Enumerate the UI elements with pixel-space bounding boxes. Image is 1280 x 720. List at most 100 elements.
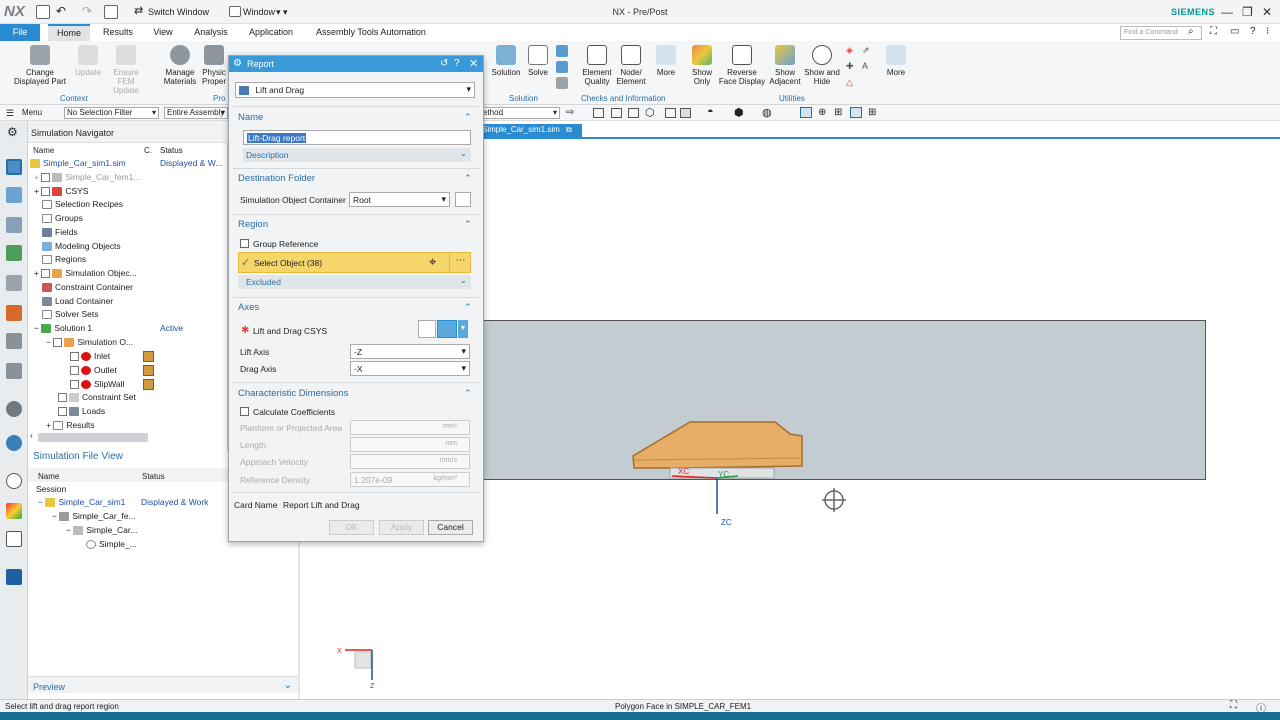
chevron-up-icon[interactable]: ⌃ bbox=[464, 173, 472, 184]
tree-item-results[interactable]: + Results bbox=[46, 419, 95, 432]
color-palette-icon[interactable] bbox=[6, 503, 22, 519]
checkbox[interactable] bbox=[41, 173, 51, 183]
more-utilities-button[interactable]: More bbox=[880, 45, 912, 77]
snap-icon[interactable] bbox=[680, 108, 691, 118]
solve-button[interactable]: Solve bbox=[524, 45, 552, 77]
tab-application[interactable]: Application bbox=[242, 24, 300, 41]
tree-item-inlet[interactable]: Inlet bbox=[70, 350, 110, 363]
globe-icon[interactable] bbox=[6, 435, 22, 451]
chevron-up-icon[interactable]: ⌃ bbox=[464, 388, 472, 399]
tree-item-constraint-container[interactable]: Constraint Container bbox=[42, 281, 133, 294]
part-navigator-icon[interactable] bbox=[6, 187, 22, 203]
more-checks-button[interactable]: More bbox=[650, 45, 682, 77]
checkbox[interactable] bbox=[58, 393, 67, 403]
restore-icon[interactable]: ❐ bbox=[1242, 5, 1253, 19]
tree-item-selection-recipes[interactable]: Selection Recipes bbox=[42, 198, 123, 211]
snap-icon[interactable] bbox=[628, 108, 639, 118]
snap-icon[interactable] bbox=[611, 108, 622, 118]
wind-tunnel-domain[interactable] bbox=[480, 320, 1206, 480]
csys-dialog-icon[interactable] bbox=[418, 320, 436, 338]
chevron-up-icon[interactable]: ⌃ bbox=[464, 219, 472, 230]
solution-small-icon[interactable] bbox=[556, 45, 568, 57]
tree-item-load-container[interactable]: Load Container bbox=[42, 295, 113, 308]
tree-item-fields[interactable]: Fields bbox=[42, 226, 78, 239]
selection-toggle-icon[interactable] bbox=[800, 107, 812, 118]
selection-toggle-icon[interactable] bbox=[850, 107, 862, 118]
chevron-down-icon[interactable]: ⌄ bbox=[460, 275, 467, 286]
show-and-hide-button[interactable]: Show and Hide bbox=[804, 45, 840, 86]
close-icon[interactable]: ✕ bbox=[469, 57, 478, 70]
render-icon[interactable]: ◓ bbox=[707, 106, 714, 118]
selection-filter-dropdown[interactable]: No Selection Filter bbox=[64, 107, 159, 119]
scroll-left-icon[interactable]: ‹ bbox=[30, 431, 33, 440]
lift-axis-dropdown[interactable]: -Z bbox=[350, 344, 470, 359]
density-input[interactable]: 1.207e-09 kg/mm³ bbox=[350, 472, 470, 487]
selection-toggle-icon[interactable]: ⊕ bbox=[818, 107, 826, 118]
simulation-navigator-icon[interactable] bbox=[6, 159, 22, 175]
checkbox[interactable] bbox=[70, 352, 79, 362]
utility-small-icon[interactable]: ⇗ bbox=[862, 45, 874, 55]
tree-item-modeling-objects[interactable]: Modeling Objects bbox=[42, 240, 121, 253]
utility-small-icon[interactable]: ◈ bbox=[846, 45, 858, 55]
node-element-button[interactable]: Node/ Element bbox=[614, 45, 648, 86]
column-name[interactable]: Name bbox=[38, 472, 59, 483]
snap-icon[interactable] bbox=[665, 108, 676, 118]
chevron-up-icon[interactable]: ⌃ bbox=[464, 112, 472, 123]
grid-icon[interactable]: ⊞ bbox=[834, 107, 842, 118]
change-displayed-part-button[interactable]: Change Displayed Part bbox=[8, 45, 72, 86]
preview-panel[interactable]: Preview ⌄ bbox=[28, 676, 298, 693]
tree-item-slipwall[interactable]: SlipWall bbox=[70, 378, 124, 391]
tree-item-solution-objects[interactable]: − Simulation O... bbox=[46, 336, 133, 349]
view-icon[interactable]: ◍ bbox=[762, 106, 772, 119]
utility-small-icon[interactable]: ✚ bbox=[846, 61, 858, 71]
grid-icon[interactable]: ⊞ bbox=[868, 107, 876, 118]
manage-materials-button[interactable]: Manage Materials bbox=[160, 45, 200, 86]
tree-item-solution-1[interactable]: − Solution 1 bbox=[34, 322, 92, 335]
tab-file[interactable]: File bbox=[0, 24, 40, 41]
graphics-tab[interactable]: Simple_Car_sim1.sim ⧉ ✕ bbox=[478, 124, 582, 144]
tree-item-csys[interactable]: + CSYS bbox=[34, 185, 88, 198]
physical-properties-button[interactable]: Physic Proper bbox=[200, 45, 228, 86]
section-axes[interactable]: Axes bbox=[238, 302, 259, 313]
update-button[interactable]: Update bbox=[72, 45, 104, 77]
minimize-icon[interactable]: — bbox=[1221, 5, 1233, 19]
tab-assembly-tools[interactable]: Assembly Tools Automation bbox=[310, 24, 432, 41]
container-dropdown[interactable]: Root bbox=[349, 192, 450, 207]
chevron-down-icon[interactable]: ⌄ bbox=[284, 680, 292, 691]
scope-dropdown[interactable]: Entire Assembly bbox=[164, 107, 228, 119]
tree-item-outlet[interactable]: Outlet bbox=[70, 364, 117, 377]
tab-results[interactable]: Results bbox=[98, 24, 138, 41]
calculate-coefficients-checkbox[interactable] bbox=[240, 407, 249, 416]
solid-icon[interactable]: ⬡ bbox=[645, 106, 655, 119]
clock-icon[interactable] bbox=[6, 473, 22, 489]
shade-icon[interactable]: ⬢ bbox=[734, 106, 744, 119]
solution-small-icon[interactable] bbox=[556, 61, 568, 73]
settings-icon[interactable]: ⚙ bbox=[7, 125, 18, 139]
ribbon-option-icon[interactable]: ⛶ bbox=[1210, 26, 1217, 37]
cancel-button[interactable]: Cancel bbox=[428, 520, 473, 535]
reset-icon[interactable]: ↺ bbox=[440, 58, 448, 69]
report-name-input[interactable]: Lift-Drag report bbox=[243, 130, 471, 145]
system-materials-icon[interactable] bbox=[6, 363, 22, 379]
checkbox[interactable] bbox=[41, 269, 51, 279]
chevron-down-icon[interactable]: ⌄ bbox=[460, 148, 467, 159]
help-icon[interactable]: ? bbox=[454, 58, 460, 69]
column-name[interactable]: Name bbox=[33, 146, 54, 157]
file-item[interactable]: − Simple_Car... bbox=[66, 524, 137, 537]
length-input[interactable]: mm bbox=[350, 437, 470, 452]
fullscreen-icon[interactable]: ⛶ bbox=[1230, 700, 1237, 711]
tree-item-fem[interactable]: + Simple_Car_fem1... bbox=[34, 171, 140, 184]
tree-item-regions[interactable]: Regions bbox=[42, 253, 86, 266]
file-item[interactable]: Simple_... bbox=[86, 538, 137, 551]
section-region[interactable]: Region bbox=[238, 219, 268, 230]
arrow-icon[interactable]: ⇨ bbox=[566, 107, 574, 118]
session-node[interactable]: Session bbox=[36, 483, 66, 496]
excluded-expander[interactable]: Excluded ⌄ bbox=[238, 275, 471, 289]
column-c[interactable]: C. bbox=[144, 146, 152, 157]
file-item[interactable]: − Simple_Car_sim1 bbox=[38, 496, 125, 509]
tab-close-icon[interactable]: ⧉ bbox=[566, 125, 572, 134]
reverse-face-display-button[interactable]: Reverse Face Display bbox=[718, 45, 766, 86]
history-icon[interactable] bbox=[6, 333, 22, 349]
ribbon-menu-icon[interactable]: ⁝ bbox=[1266, 26, 1269, 37]
csys-dropdown-arrow[interactable]: ▾ bbox=[458, 320, 468, 338]
